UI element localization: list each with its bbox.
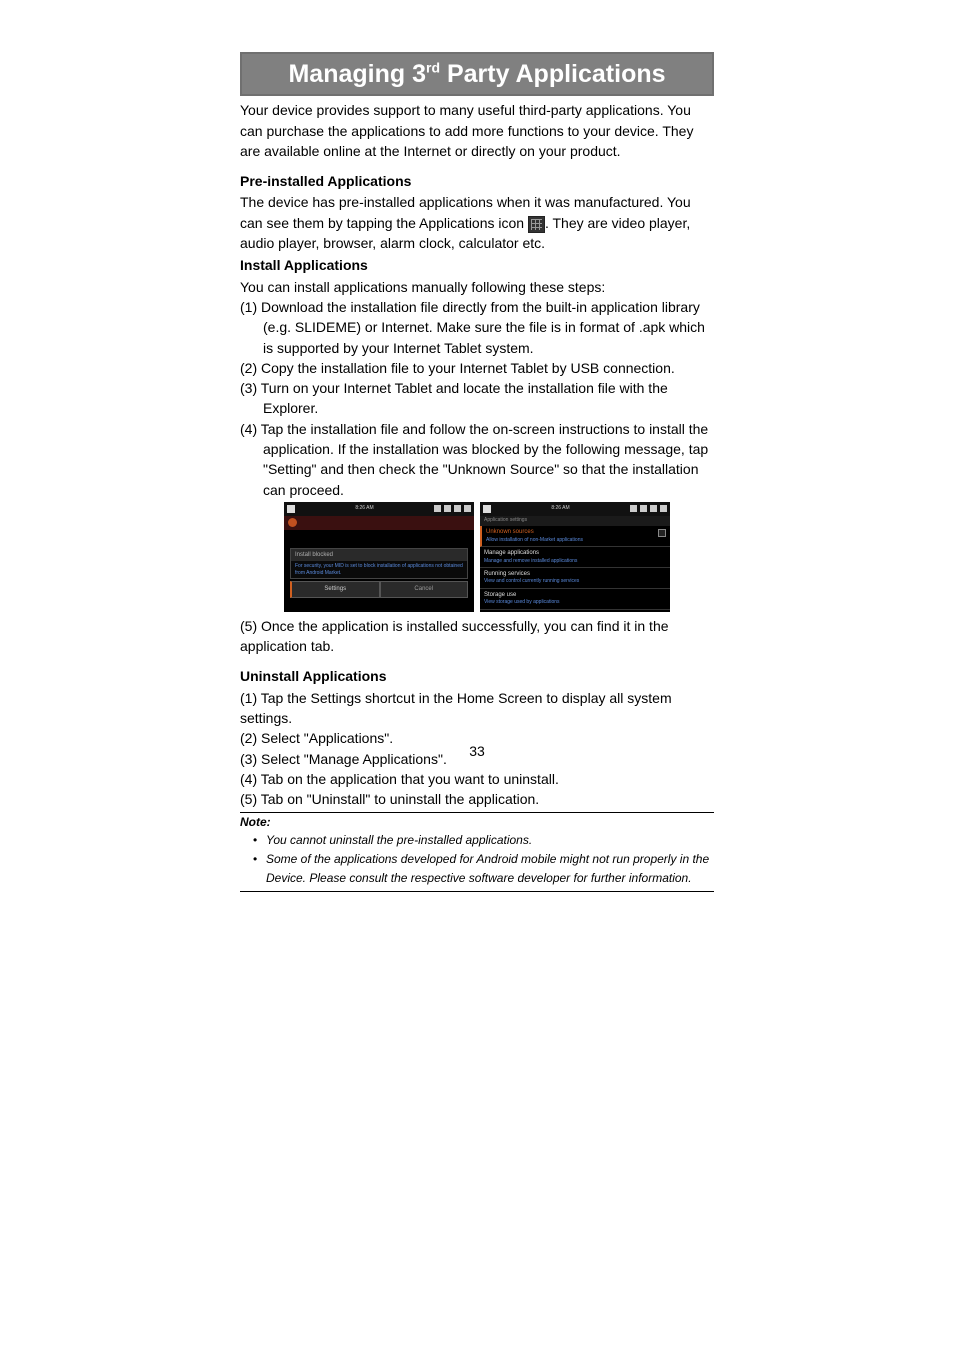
screenshot-install-blocked: 8:26 AM Install blocked For security, yo…: [284, 502, 474, 612]
title-part1: Managing 3: [288, 60, 426, 88]
cancel-button[interactable]: Cancel: [380, 581, 469, 598]
horizontal-rule: [240, 812, 714, 813]
status-time: 8:26 AM: [355, 505, 373, 512]
home-icon: [287, 505, 295, 513]
screenshot-application-settings: 8:26 AM Application settings Unknown sou…: [480, 502, 670, 612]
install-heading: Install Applications: [240, 255, 714, 275]
settings-list-item[interactable]: Running servicesView and control current…: [480, 568, 670, 589]
page-number: 33: [0, 741, 954, 761]
checkbox-icon[interactable]: [658, 529, 666, 537]
uninstall-heading: Uninstall Applications: [240, 666, 714, 686]
warning-icon: [288, 518, 297, 527]
install-step-2: (2) Copy the installation file to your I…: [240, 358, 714, 378]
settings-item-title: Storage use: [484, 591, 666, 600]
dialog-buttons: Settings Cancel: [290, 581, 468, 598]
preinstalled-paragraph: The device has pre-installed application…: [240, 192, 714, 253]
settings-item-subtitle: Allow installation of non-Market applica…: [486, 537, 666, 544]
home-icon: [483, 505, 491, 513]
title-part2: Party Applications: [440, 60, 666, 88]
uninstall-step-4: (4) Tab on the application that you want…: [240, 769, 714, 789]
screenshots-container: 8:26 AM Install blocked For security, yo…: [240, 502, 714, 612]
page-title-banner: Managing 3rd Party Applications: [240, 52, 714, 96]
settings-button[interactable]: Settings: [290, 581, 380, 598]
install-step-1: (1) Download the installation file direc…: [240, 297, 714, 358]
settings-item-subtitle: View storage used by applications: [484, 599, 666, 606]
settings-item-title: Unknown sources: [486, 528, 666, 537]
install-step-5: (5) Once the application is installed su…: [240, 616, 714, 657]
settings-item-title: Running services: [484, 570, 666, 579]
title-superscript: rd: [426, 60, 440, 76]
settings-list-item[interactable]: Manage applicationsManage and remove ins…: [480, 547, 670, 568]
settings-screen-title: Application settings: [480, 516, 670, 526]
settings-list-item[interactable]: Storage useView storage used by applicat…: [480, 589, 670, 610]
applications-grid-icon: [528, 216, 545, 233]
settings-list-item[interactable]: Unknown sourcesAllow installation of non…: [480, 526, 670, 547]
status-icons: [630, 505, 667, 512]
dialog-message: For security, your MID is set to block i…: [290, 561, 468, 579]
dialog-title: Install blocked: [290, 548, 468, 562]
settings-item-title: Manage applications: [484, 549, 666, 558]
settings-item-subtitle: Manage and remove installed applications: [484, 558, 666, 565]
install-step-3: (3) Turn on your Internet Tablet and loc…: [240, 378, 714, 419]
statusbar: 8:26 AM: [480, 502, 670, 516]
uninstall-step-5: (5) Tab on "Uninstall" to uninstall the …: [240, 789, 714, 809]
statusbar: 8:26 AM: [284, 502, 474, 516]
install-step-4: (4) Tap the installation file and follow…: [240, 419, 714, 500]
preinstalled-heading: Pre-installed Applications: [240, 171, 714, 191]
settings-list-item[interactable]: DevelopmentSet options for application d…: [480, 610, 670, 612]
note-item-2: Some of the applications developed for A…: [240, 850, 714, 888]
note-label: Note:: [240, 814, 714, 831]
note-item-1: You cannot uninstall the pre-installed a…: [240, 831, 714, 850]
install-intro: You can install applications manually fo…: [240, 277, 714, 297]
intro-paragraph: Your device provides support to many use…: [240, 100, 714, 161]
settings-list: Unknown sourcesAllow installation of non…: [480, 526, 670, 612]
status-icons: [434, 505, 471, 512]
uninstall-step-1: (1) Tap the Settings shortcut in the Hom…: [240, 688, 714, 729]
horizontal-rule: [240, 891, 714, 892]
note-list: You cannot uninstall the pre-installed a…: [240, 831, 714, 889]
shot1-dialog: Install blocked For security, your MID i…: [290, 548, 468, 598]
shot1-warning-header: [284, 516, 474, 530]
settings-item-subtitle: View and control currently running servi…: [484, 578, 666, 585]
status-time: 8:26 AM: [551, 505, 569, 512]
